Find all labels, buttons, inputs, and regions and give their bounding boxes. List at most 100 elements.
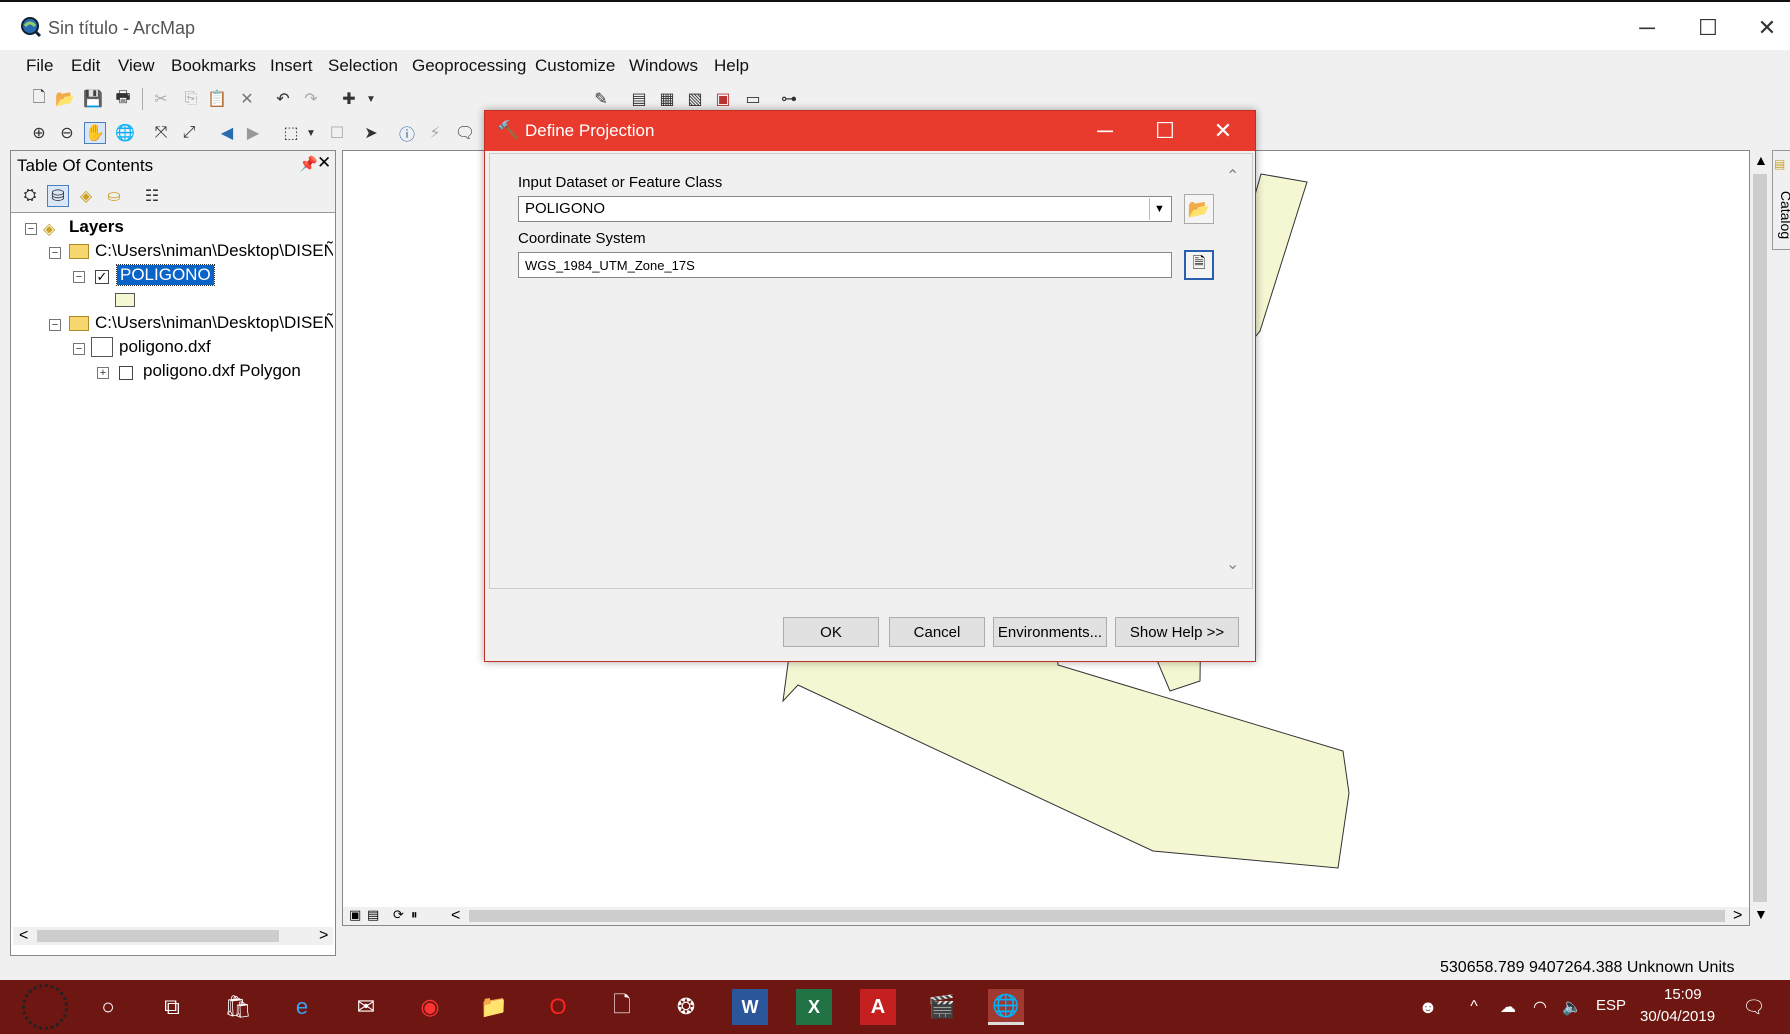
back-extent-icon[interactable]: ◀ (216, 122, 238, 144)
people-icon[interactable]: ☻ (1410, 989, 1446, 1025)
copy-icon[interactable]: ⎘ (180, 88, 202, 110)
edge-icon[interactable]: e (284, 989, 320, 1025)
menu-geoprocessing[interactable]: Geoprocessing (412, 56, 526, 76)
notifications-icon[interactable]: 🗨 (1736, 989, 1772, 1025)
html-popup-icon[interactable]: 🗨 (454, 122, 476, 144)
dialog-close-button[interactable]: ✕ (1197, 113, 1249, 149)
search-window-icon[interactable]: ▧ (684, 88, 706, 110)
scroll-down-icon[interactable]: ⌄ (1226, 554, 1239, 574)
fixed-zoom-out-icon[interactable]: ⤢ (178, 122, 200, 144)
map-scroll-thumb[interactable] (469, 910, 1725, 922)
dxf-group-layer[interactable]: poligono.dxf (119, 337, 211, 357)
collapse-toggle[interactable]: − (49, 319, 61, 331)
source-folder-2[interactable]: C:\Users\niman\Desktop\DISEÑO\ (95, 313, 333, 333)
dxf-polygon-layer[interactable]: poligono.dxf Polygon (143, 361, 301, 381)
full-extent-icon[interactable]: 🌐 (114, 122, 136, 144)
pause-drawing-icon[interactable]: ⏸ (411, 907, 418, 923)
store-icon[interactable]: 🛍 (220, 989, 256, 1025)
menu-file[interactable]: File (26, 56, 53, 76)
forward-extent-icon[interactable]: ▶ (242, 122, 264, 144)
pin-icon[interactable]: 📌 (299, 155, 318, 173)
cortana-icon[interactable]: ○ (90, 989, 126, 1025)
save-icon[interactable]: 💾 (82, 88, 104, 110)
menu-edit[interactable]: Edit (71, 56, 100, 76)
wifi-icon[interactable]: ◠ (1522, 989, 1558, 1025)
python-window-icon[interactable]: ▭ (742, 88, 764, 110)
layout-view-icon[interactable]: ▤ (367, 907, 379, 923)
show-hidden-icons-icon[interactable]: ^ (1456, 989, 1492, 1025)
toc-window-icon[interactable]: ▤ (628, 88, 650, 110)
list-by-source-icon[interactable]: ⛁ (47, 185, 69, 207)
coordinate-system-field[interactable]: WGS_1984_UTM_Zone_17S (518, 252, 1172, 278)
spatial-reference-properties-icon[interactable]: 🗎 (1184, 250, 1214, 280)
clock-date[interactable]: 30/04/2019 (1640, 1008, 1715, 1025)
dialog-maximize-button[interactable]: ☐ (1139, 113, 1191, 149)
select-elements-icon[interactable]: ➤ (360, 122, 382, 144)
catalog-side-tab[interactable]: ▤ Catalog (1772, 150, 1790, 250)
dialog-minimize-button[interactable]: ─ (1079, 113, 1131, 149)
show-help-button[interactable]: Show Help >> (1115, 617, 1239, 647)
hyperlink-icon[interactable]: ⚡ (424, 122, 446, 144)
menu-view[interactable]: View (118, 56, 155, 76)
settings-app-icon[interactable]: ❂ (668, 989, 704, 1025)
data-view-icon[interactable]: ▣ (349, 907, 361, 923)
source-folder-1[interactable]: C:\Users\niman\Desktop\DISEÑO\ (95, 241, 333, 261)
task-view-icon[interactable]: ⧉ (154, 989, 190, 1025)
add-data-dropdown-icon[interactable]: ▼ (360, 88, 382, 110)
print-icon[interactable]: 🖶 (112, 88, 134, 110)
identify-icon[interactable]: ⓘ (396, 122, 418, 144)
zoom-in-icon[interactable]: ⊕ (28, 122, 50, 144)
scroll-thumb[interactable] (37, 930, 279, 942)
expand-toggle[interactable]: + (97, 367, 109, 379)
arcmap-taskbar-icon[interactable]: 🌐 (988, 989, 1024, 1025)
autocad-icon[interactable]: A (860, 989, 896, 1025)
list-by-visibility-icon[interactable]: ◈ (75, 185, 97, 207)
cut-icon[interactable]: ✂ (150, 88, 172, 110)
ok-button[interactable]: OK (783, 617, 879, 647)
menu-insert[interactable]: Insert (270, 56, 313, 76)
notepad-icon[interactable]: 🗋 (604, 989, 640, 1025)
zoom-out-icon[interactable]: ⊖ (56, 122, 78, 144)
fixed-zoom-in-icon[interactable]: ⤧ (150, 122, 172, 144)
mail-icon[interactable]: ✉ (348, 989, 384, 1025)
clock-time[interactable]: 15:09 (1664, 986, 1702, 1003)
input-language[interactable]: ESP (1596, 997, 1626, 1014)
scroll-right-icon[interactable]: > (1733, 907, 1742, 925)
media-app-icon[interactable]: ◉ (412, 989, 448, 1025)
map-vertical-scrollbar[interactable]: ▲ ▼ (1750, 150, 1770, 926)
model-builder-icon[interactable]: ⊶ (778, 88, 800, 110)
scroll-up-icon[interactable]: ⌃ (1226, 166, 1239, 186)
clear-selection-icon[interactable]: ☐ (326, 122, 348, 144)
chevron-down-icon[interactable]: ▼ (1149, 198, 1169, 220)
open-icon[interactable]: 📂 (54, 88, 76, 110)
delete-icon[interactable]: ✕ (236, 88, 258, 110)
new-document-icon[interactable]: 🗋 (28, 88, 50, 110)
opera-icon[interactable]: O (540, 989, 576, 1025)
input-dataset-select[interactable]: POLIGONO ▼ (518, 196, 1172, 222)
toc-options-icon[interactable]: ☷ (141, 185, 163, 207)
list-by-selection-icon[interactable]: ⛀ (103, 185, 125, 207)
menu-customize[interactable]: Customize (535, 56, 615, 76)
menu-bookmarks[interactable]: Bookmarks (171, 56, 256, 76)
menu-help[interactable]: Help (714, 56, 749, 76)
start-button[interactable] (22, 984, 68, 1030)
cancel-button[interactable]: Cancel (889, 617, 985, 647)
file-explorer-icon[interactable]: 📁 (476, 989, 512, 1025)
toc-horizontal-scrollbar[interactable]: < > (13, 927, 333, 945)
collapse-toggle[interactable]: − (73, 343, 85, 355)
paste-icon[interactable]: 📋 (206, 88, 228, 110)
word-icon[interactable]: W (732, 989, 768, 1025)
polygon-symbol-icon[interactable] (115, 293, 135, 307)
scroll-right-icon[interactable]: > (319, 927, 328, 945)
pan-icon[interactable]: ✋ (84, 122, 106, 144)
undo-icon[interactable]: ↶ (272, 88, 294, 110)
menu-selection[interactable]: Selection (328, 56, 398, 76)
redo-icon[interactable]: ↷ (300, 88, 322, 110)
editor-toolbar-icon[interactable]: ✎ (590, 88, 612, 110)
collapse-toggle[interactable]: − (25, 223, 37, 235)
select-features-icon[interactable]: ⬚ (280, 122, 302, 144)
excel-icon[interactable]: X (796, 989, 832, 1025)
layers-root[interactable]: Layers (69, 217, 124, 237)
catalog-window-icon[interactable]: ▦ (656, 88, 678, 110)
scroll-down-icon[interactable]: ▼ (1754, 906, 1768, 922)
